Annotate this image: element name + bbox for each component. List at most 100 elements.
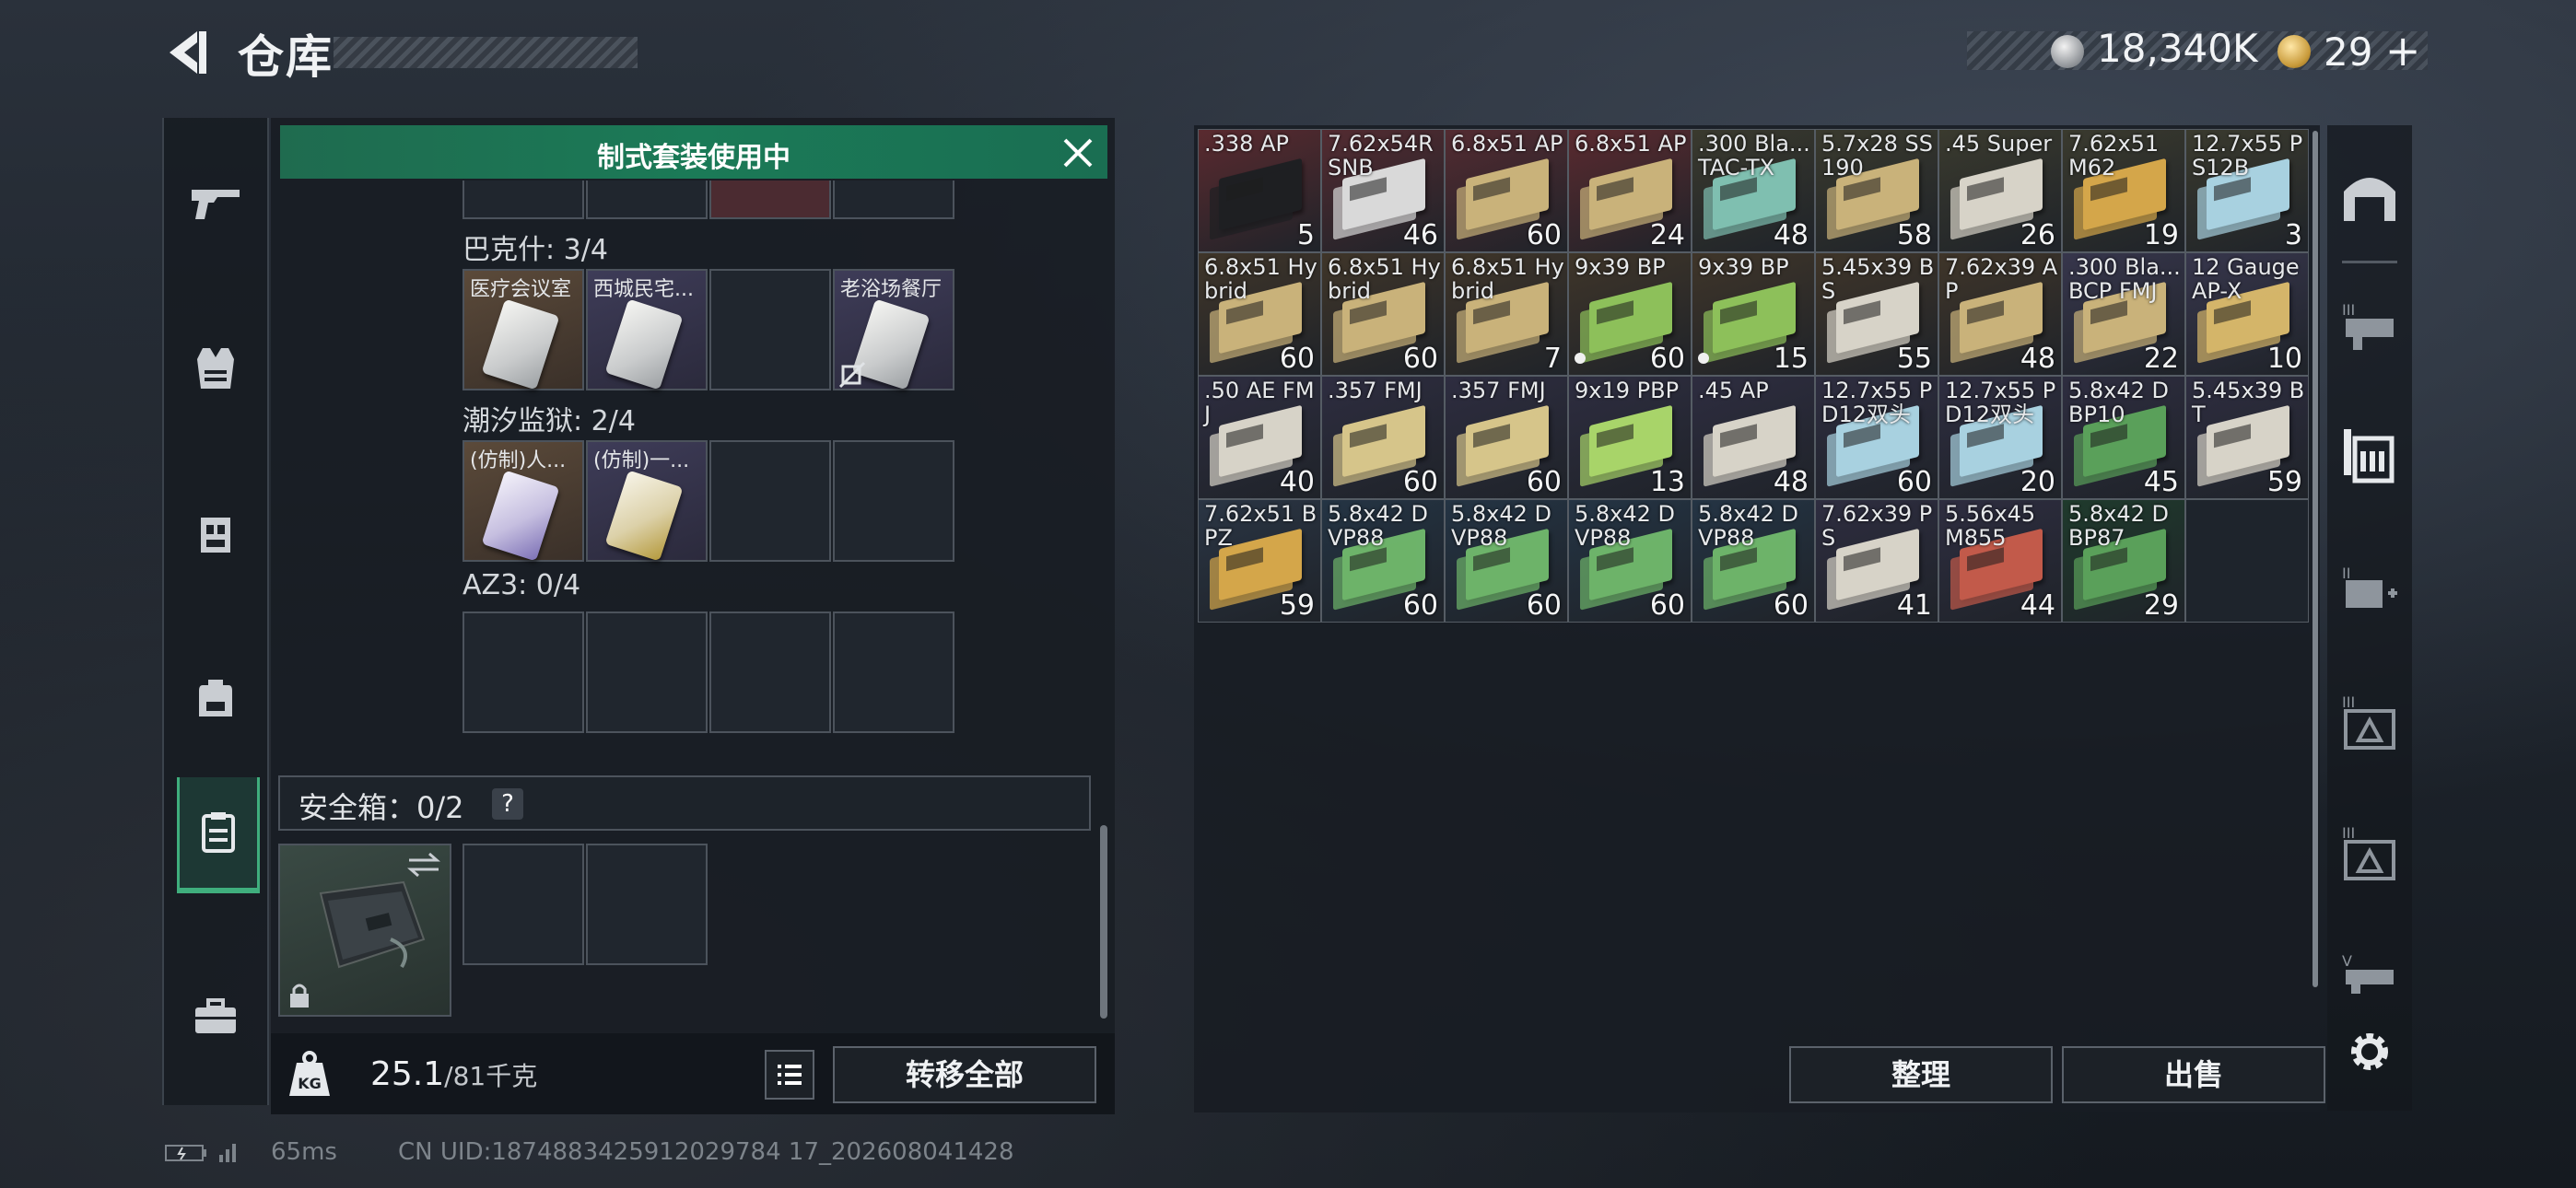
ammo-item[interactable]: 5.45x39 BS 55 xyxy=(1815,252,1938,376)
ammo-item[interactable]: 6.8x51 Hybrid 60 xyxy=(1198,252,1321,376)
keycard-slot[interactable]: (仿制)一... xyxy=(586,440,708,562)
ammo-item[interactable]: 5.56x45 M855 44 xyxy=(1938,499,2062,623)
keycard-slot-empty[interactable] xyxy=(833,440,954,562)
nav-backpack[interactable] xyxy=(177,643,254,753)
ammo-item[interactable]: 7.62x54R SNB 46 xyxy=(1321,129,1445,252)
ammo-item[interactable]: 7.62x39 AP 48 xyxy=(1938,252,2062,376)
ammo-item[interactable]: 12.7x55 PS12B 3 xyxy=(2185,129,2309,252)
premium-currency-button[interactable]: 29 + xyxy=(2324,26,2420,76)
ammo-name: 5.45x39 BT xyxy=(2192,378,2305,427)
item-case-icon: III xyxy=(2342,693,2395,750)
ammo-item[interactable]: 5.7x28 SS190 58 xyxy=(1815,129,1938,252)
key-slot[interactable] xyxy=(463,181,584,219)
keycard-slot[interactable]: (仿制)人... xyxy=(463,440,584,562)
keycard-name: 医疗会议室 xyxy=(470,278,572,301)
preset-kit-text: 制式套装使用中 xyxy=(597,142,790,174)
ammo-item[interactable]: 5.8x42 DVP88 60 xyxy=(1692,499,1815,623)
ammo-item[interactable]: 12.7x55 PD12双头 60 xyxy=(1815,376,1938,499)
settings-button[interactable] xyxy=(2335,1017,2405,1087)
ammo-item[interactable]: 9x39 BP 15 xyxy=(1692,252,1815,376)
keycard-slot-empty[interactable] xyxy=(833,611,954,733)
ammo-item[interactable]: 9x39 BP 60 xyxy=(1568,252,1692,376)
ammo-item[interactable]: 5.8x42 DVP88 60 xyxy=(1445,499,1568,623)
keycard-slot[interactable]: 西城民宅... xyxy=(586,269,708,390)
safebox-slot-empty[interactable] xyxy=(463,844,584,965)
ammo-item[interactable]: 12 Gauge AP-X 10 xyxy=(2185,252,2309,376)
stash-tab-7[interactable]: V xyxy=(2335,939,2405,1009)
nav-briefcase[interactable] xyxy=(177,961,254,1072)
stash-tab-5[interactable]: III xyxy=(2335,687,2405,757)
stash-tab-4[interactable]: II xyxy=(2335,556,2405,626)
ammo-item[interactable]: 5.8x42 DVP88 60 xyxy=(1321,499,1445,623)
ammo-name: 5.8x42 DVP88 xyxy=(1575,501,1676,551)
ammo-item[interactable]: 5.8x42 DBP10 45 xyxy=(2062,376,2185,499)
stash-tab-2[interactable]: III xyxy=(2335,291,2405,361)
ammo-item[interactable]: 9x19 PBP 13 xyxy=(1568,376,1692,499)
swap-icon[interactable] xyxy=(405,851,442,879)
weapon-case-icon: III xyxy=(2342,301,2394,350)
key-slot[interactable] xyxy=(709,181,831,219)
key-slot[interactable] xyxy=(586,181,708,219)
svg-text:III: III xyxy=(2342,824,2355,842)
ammo-item[interactable]: 6.8x51 AP 24 xyxy=(1568,129,1692,252)
stash-tab-6[interactable]: III xyxy=(2335,818,2405,888)
ammo-name: 6.8x51 Hybrid xyxy=(1451,254,1564,304)
ammo-name: 12.7x55 PD12双头 xyxy=(1945,378,2056,427)
safebox-slot-empty[interactable] xyxy=(586,844,708,965)
keycard-slot-empty[interactable] xyxy=(709,611,831,733)
key-slot[interactable] xyxy=(833,181,954,219)
keycard-slot[interactable]: 医疗会议室 xyxy=(463,269,584,390)
keycard-slot-empty[interactable] xyxy=(463,611,584,733)
ammo-item[interactable]: .45 Super 26 xyxy=(1938,129,2062,252)
nav-storage[interactable] xyxy=(177,777,260,893)
ammo-item[interactable]: .338 AP 5 xyxy=(1198,129,1321,252)
ammo-case-icon xyxy=(2344,429,2395,483)
ammo-count: 58 xyxy=(1896,219,1932,251)
left-scrollbar[interactable] xyxy=(1100,825,1107,1019)
ammo-item[interactable]: .50 AE FMJ 40 xyxy=(1198,376,1321,499)
ammo-item[interactable]: 5.45x39 BT 59 xyxy=(2185,376,2309,499)
nav-armor[interactable] xyxy=(177,313,254,424)
back-button[interactable] xyxy=(164,28,210,77)
left-category-nav xyxy=(162,118,269,1105)
stash-tab-1[interactable] xyxy=(2335,162,2405,232)
safebox-container[interactable] xyxy=(278,844,451,1017)
keycard-slot-empty[interactable] xyxy=(709,269,831,390)
ammo-item[interactable]: 12.7x55 PD12双头 20 xyxy=(1938,376,2062,499)
ammo-item[interactable]: .45 AP 48 xyxy=(1692,376,1815,499)
keycard-slot[interactable]: 老浴场餐厅 xyxy=(833,269,954,390)
ammo-item[interactable]: .300 Bla... BCP FMJ 22 xyxy=(2062,252,2185,376)
sell-button[interactable]: 出售 xyxy=(2062,1046,2325,1103)
ammo-item[interactable]: 7.62x51 BPZ 59 xyxy=(1198,499,1321,623)
stash-tab-3-active[interactable] xyxy=(2335,420,2405,490)
ammo-count: 60 xyxy=(1649,589,1685,622)
list-view-button[interactable] xyxy=(765,1050,814,1100)
ammo-item[interactable]: 6.8x51 Hybrid 7 xyxy=(1445,252,1568,376)
help-button[interactable]: ? xyxy=(492,788,523,820)
ammo-item[interactable]: .357 FMJ 60 xyxy=(1445,376,1568,499)
ammo-name: 5.8x42 DBP10 xyxy=(2068,378,2170,427)
battery-icon xyxy=(165,1144,236,1162)
ammo-item[interactable]: .357 FMJ 60 xyxy=(1321,376,1445,499)
ammo-item[interactable]: 5.8x42 DBP87 29 xyxy=(2062,499,2185,623)
ammo-item[interactable]: 7.62x51 M62 19 xyxy=(2062,129,2185,252)
keycard-slot-empty[interactable] xyxy=(709,440,831,562)
premium-currency-icon xyxy=(2277,35,2311,68)
ammo-item[interactable]: 7.62x39 PS 41 xyxy=(1815,499,1938,623)
weight-readout: 25.1/81千克 xyxy=(370,1055,537,1093)
banner-close-button[interactable] xyxy=(1060,134,1096,171)
ammo-item[interactable]: 5.8x42 DVP88 60 xyxy=(1568,499,1692,623)
ammo-item[interactable]: 6.8x51 Hybrid 60 xyxy=(1321,252,1445,376)
nav-chest-rig[interactable] xyxy=(177,479,254,589)
transfer-all-button[interactable]: 转移全部 xyxy=(833,1046,1096,1103)
nav-weapons[interactable] xyxy=(177,147,254,258)
keycard-slot-empty[interactable] xyxy=(586,611,708,733)
ammo-name: 5.56x45 M855 xyxy=(1945,501,2036,551)
marked-dot-icon xyxy=(1575,353,1586,364)
ammo-name: 9x39 BP xyxy=(1575,254,1666,280)
ammo-item[interactable]: 6.8x51 AP 60 xyxy=(1445,129,1568,252)
ammo-item[interactable]: .300 Bla... TAC-TX 48 xyxy=(1692,129,1815,252)
sort-button[interactable]: 整理 xyxy=(1789,1046,2053,1103)
stash-scrollbar[interactable] xyxy=(2313,131,2318,987)
stash-slot-empty[interactable] xyxy=(2185,499,2309,623)
